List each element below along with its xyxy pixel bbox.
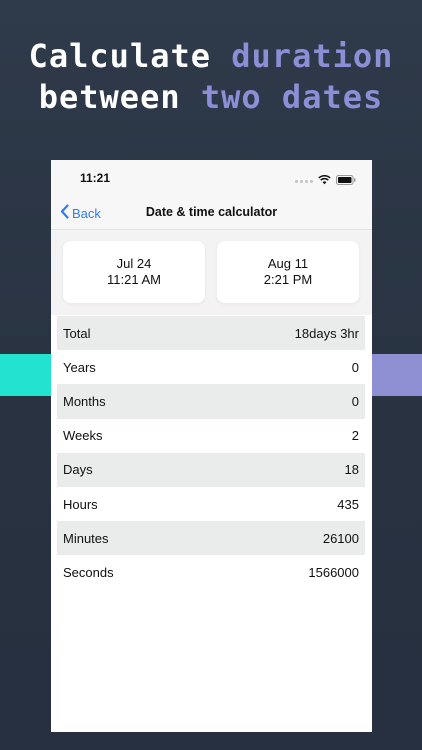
decorative-stripe-left (0, 354, 52, 396)
result-row-hours: Hours 435 (57, 487, 365, 521)
result-label: Years (63, 359, 96, 375)
result-label: Hours (63, 496, 98, 512)
navigation-bar: Back Date & time calculator (51, 196, 372, 230)
result-row-years: Years 0 (57, 350, 365, 384)
results-table: Total 18days 3hr Years 0 Months 0 Weeks … (57, 316, 365, 590)
date-selection-area: Jul 24 11:21 AM Aug 11 2:21 PM (51, 230, 372, 315)
result-row-weeks: Weeks 2 (57, 419, 365, 453)
start-time: 11:21 AM (107, 272, 161, 287)
headline-line-2: between two dates (0, 77, 422, 118)
end-time: 2:21 PM (263, 272, 313, 287)
status-time: 11:21 (80, 171, 111, 185)
result-value: 18 (344, 462, 359, 478)
status-icons (295, 172, 356, 190)
result-row-days: Days 18 (57, 452, 365, 487)
status-bar: 11:21 (51, 160, 372, 196)
end-date-button[interactable]: Aug 11 2:21 PM (217, 241, 359, 303)
result-row-months: Months 0 (57, 384, 365, 419)
result-row-total: Total 18days 3hr (57, 316, 365, 351)
headline-text: between (38, 78, 181, 116)
decorative-stripe-right (371, 354, 422, 396)
promo-headline: Calculate duration between two dates (0, 36, 422, 118)
phone-screen: 11:21 Back Date & time calculator Jul 24… (51, 160, 372, 732)
result-label: Days (63, 462, 93, 478)
result-label: Seconds (63, 564, 114, 580)
end-date: Aug 11 (267, 256, 309, 271)
result-label: Minutes (63, 530, 109, 546)
battery-icon (336, 172, 356, 190)
start-date: Jul 24 (116, 256, 152, 271)
result-value: 2 (351, 428, 359, 444)
result-label: Weeks (63, 428, 103, 444)
headline-line-1: Calculate duration (0, 36, 422, 77)
result-row-minutes: Minutes 26100 (57, 521, 365, 556)
result-value: 26100 (322, 530, 359, 546)
start-date-button[interactable]: Jul 24 11:21 AM (63, 241, 205, 303)
result-label: Months (63, 393, 106, 409)
result-row-seconds: Seconds 1566000 (57, 555, 365, 589)
headline-highlight: duration (231, 37, 394, 75)
result-label: Total (63, 325, 91, 341)
wifi-icon (318, 172, 331, 190)
result-value: 0 (351, 359, 359, 375)
page-title: Date & time calculator (145, 205, 278, 219)
result-value: 18days 3hr (294, 325, 359, 341)
result-value: 435 (337, 496, 359, 512)
result-value: 1566000 (308, 564, 359, 580)
result-value: 0 (351, 393, 359, 409)
headline-text: Calculate (28, 37, 211, 75)
signal-dots-icon (295, 179, 313, 183)
headline-highlight: two dates (200, 78, 384, 116)
